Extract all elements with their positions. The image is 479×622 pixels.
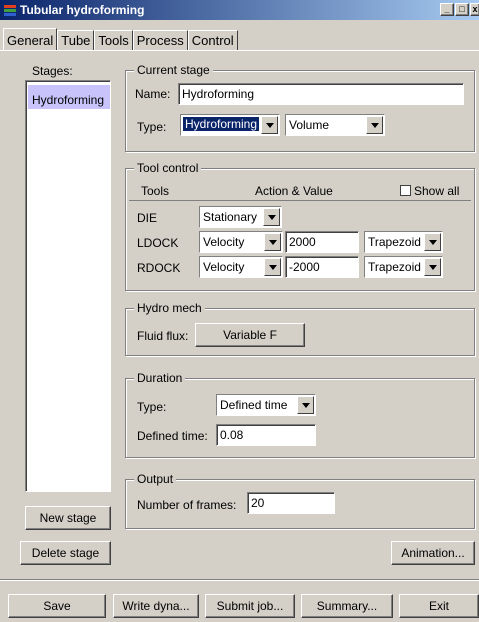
hydro-mech-title: Hydro mech	[134, 301, 205, 315]
stage-name-label: Name:	[135, 87, 171, 101]
stages-list[interactable]: Hydroforming	[25, 80, 111, 492]
duration-type-select[interactable]: Defined time	[216, 394, 316, 416]
tab-control[interactable]: Control	[187, 30, 238, 50]
defined-time-label: Defined time:	[137, 429, 208, 443]
stage-name-input[interactable]	[178, 83, 464, 105]
exit-button[interactable]: Exit	[399, 594, 479, 618]
stages-label: Stages:	[32, 64, 73, 78]
ldock-action-value: Velocity	[203, 235, 245, 249]
chevron-down-icon[interactable]	[264, 233, 281, 251]
action-value-column-header: Action & Value	[255, 184, 333, 198]
defined-time-input[interactable]	[216, 424, 316, 446]
chevron-down-icon[interactable]	[264, 258, 281, 276]
app-icon	[4, 5, 16, 16]
footer-separator	[0, 579, 479, 581]
tool-rdock-label: RDOCK	[137, 261, 181, 275]
chevron-down-icon[interactable]	[424, 233, 441, 251]
current-stage-title: Current stage	[134, 63, 213, 77]
duration-type-value: Defined time	[220, 398, 288, 412]
tool-ldock-label: LDOCK	[137, 236, 179, 250]
rdock-value-input[interactable]	[285, 256, 359, 278]
title-bar: Tubular hydroforming _ □ x	[0, 0, 479, 20]
die-action-value: Stationary	[203, 210, 258, 224]
variable-flux-button[interactable]: Variable F	[195, 323, 305, 347]
chevron-down-icon[interactable]	[366, 116, 383, 134]
new-stage-button[interactable]: New stage	[25, 506, 111, 530]
ldock-curve-select[interactable]: Trapezoid	[364, 231, 443, 253]
submit-job-button[interactable]: Submit job...	[205, 594, 295, 618]
ldock-curve-value: Trapezoid	[368, 235, 421, 249]
fluid-flux-label: Fluid flux:	[137, 329, 189, 343]
minimize-button[interactable]: _	[440, 3, 454, 16]
tab-bar: General Tube Tools Process Control	[3, 28, 238, 50]
maximize-button[interactable]: □	[455, 3, 469, 16]
delete-stage-button[interactable]: Delete stage	[20, 541, 111, 565]
tab-process[interactable]: Process	[132, 30, 188, 50]
frames-input[interactable]	[247, 492, 335, 514]
chevron-down-icon[interactable]	[424, 258, 441, 276]
tools-column-header: Tools	[141, 184, 170, 198]
tool-die-label: DIE	[137, 211, 158, 225]
frames-label: Number of frames:	[137, 498, 237, 512]
duration-type-label: Type:	[137, 400, 167, 414]
save-button[interactable]: Save	[8, 594, 106, 618]
stage-item-hydroforming[interactable]: Hydroforming	[28, 85, 110, 109]
stage-type-label: Type:	[137, 120, 167, 134]
tab-tools[interactable]: Tools	[94, 30, 133, 50]
stage-subtype-select[interactable]: Volume	[285, 114, 385, 136]
close-button[interactable]: x	[470, 3, 479, 16]
show-all-label: Show all	[414, 184, 460, 198]
show-all-checkbox[interactable]	[400, 185, 411, 196]
rdock-curve-select[interactable]: Trapezoid	[364, 256, 443, 278]
ldock-action-select[interactable]: Velocity	[199, 231, 283, 253]
stage-type-value: Hydroforming	[183, 117, 260, 131]
rdock-curve-value: Trapezoid	[368, 260, 421, 274]
tab-general[interactable]: General	[3, 28, 58, 50]
rdock-action-value: Velocity	[203, 260, 245, 274]
write-dyna-button[interactable]: Write dyna...	[113, 594, 199, 618]
rdock-action-select[interactable]: Velocity	[199, 256, 283, 278]
chevron-down-icon[interactable]	[297, 396, 314, 414]
stage-subtype-value: Volume	[289, 118, 330, 132]
ldock-value-input[interactable]	[285, 231, 359, 253]
summary-button[interactable]: Summary...	[301, 594, 393, 618]
tab-tube[interactable]: Tube	[57, 30, 95, 50]
tab-divider	[0, 50, 479, 51]
stage-type-select[interactable]: Hydroforming	[180, 114, 280, 136]
chevron-down-icon[interactable]	[263, 208, 280, 226]
window-title: Tubular hydroforming	[20, 3, 145, 17]
output-title: Output	[134, 472, 177, 486]
tool-control-title: Tool control	[134, 161, 202, 175]
duration-title: Duration	[134, 371, 186, 385]
animation-button[interactable]: Animation...	[391, 541, 475, 565]
duration-group: Duration	[125, 371, 475, 458]
chevron-down-icon[interactable]	[261, 116, 278, 134]
die-action-select[interactable]: Stationary	[199, 206, 282, 228]
